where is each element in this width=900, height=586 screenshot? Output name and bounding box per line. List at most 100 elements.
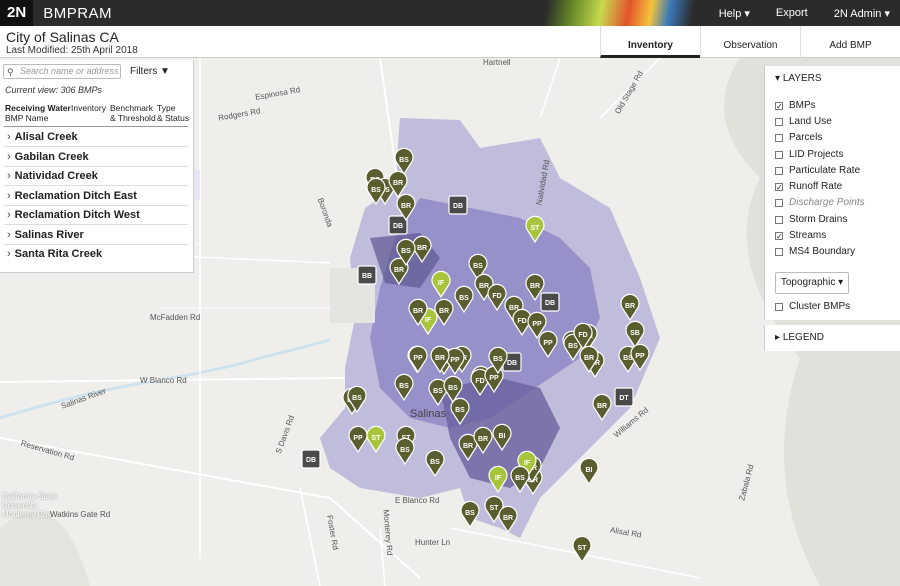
bmp-marker-db[interactable]: DB [301,449,321,469]
admin-menu[interactable]: 2N Admin ▾ [834,7,890,20]
bmp-marker-label: PP [489,375,499,382]
bmp-marker-label: PP [532,321,542,328]
label-hartnell: Hartnell [483,58,511,67]
group-santa-rita-creek[interactable]: › Santa Rita Creek [4,245,188,264]
checkbox[interactable]: ✓ [775,231,783,240]
bmp-marker-label: BS [352,395,362,402]
bmp-marker-label: BS [371,187,381,194]
col-benchmark-label: Benchmark [110,103,153,113]
legend-title: LEGEND [782,332,824,343]
bmp-marker-db[interactable]: DB [540,292,560,312]
bmp-marker-label: BS [465,510,475,517]
bmp-marker-dt[interactable]: DT [614,387,634,407]
bmp-marker-db[interactable]: DB [388,215,408,235]
col-type-status[interactable]: Type & Status [157,103,189,123]
search-input[interactable]: ⚲ Search name or address [3,64,121,79]
group-salinas-river[interactable]: › Salinas River [4,226,188,245]
label-salinas: Salinas [410,408,447,420]
bmp-marker-label: BR [530,283,540,290]
chevron-right-icon: › [7,229,11,241]
bmp-marker-label: BR [413,308,423,315]
checkbox[interactable] [775,302,783,311]
layer-discharge-points[interactable]: Discharge Points [775,197,865,208]
bmp-marker-label: ST [531,225,541,232]
layers-panel: ▾ LAYERS ✓ BMPs Land Use Parcels LID Proj… [764,66,900,320]
bmp-marker-label: IF [425,317,432,324]
checkbox[interactable] [775,150,783,159]
bmp-marker-label: PP [635,353,645,360]
layer-label: BMPs [789,100,816,111]
app-name: BMPRAM [43,4,113,22]
layer-parcels[interactable]: Parcels [775,132,822,143]
checkbox[interactable] [775,117,783,126]
bmp-marker-label: FD [492,293,501,300]
filters-button[interactable]: Filters ▼ [130,66,170,77]
checkbox[interactable] [775,166,783,175]
layer-ms4-boundary[interactable]: MS4 Boundary [775,246,855,257]
group-label: Alisal Creek [14,131,78,143]
checkbox[interactable] [775,215,783,224]
tab-add-bmp[interactable]: Add BMP [800,26,900,58]
group-reclamation-ditch-east[interactable]: › Reclamation Ditch East [4,187,188,206]
checkbox[interactable] [775,247,783,256]
chevron-right-icon: › [7,131,11,143]
group-gabilan-creek[interactable]: › Gabilan Creek [4,148,188,167]
layer-land-use[interactable]: Land Use [775,116,832,127]
bmp-marker-label: PP [543,340,553,347]
checkbox[interactable] [775,133,783,142]
checkbox[interactable] [775,198,783,207]
group-label: Santa Rita Creek [14,248,103,260]
layer-lid-projects[interactable]: LID Projects [775,149,843,160]
layer-storm-drains[interactable]: Storm Drains [775,214,847,225]
layer-label: Runoff Rate [789,181,843,192]
current-view-count: Current view: 306 BMPs [5,85,103,95]
filters-label: Filters [130,66,158,77]
group-natividad-creek[interactable]: › Natividad Creek [4,167,188,186]
layer-particulate-rate[interactable]: Particulate Rate [775,165,860,176]
col-status-label: & Status [157,113,190,123]
basemap-select[interactable]: Topographic ▾ [775,272,849,294]
cluster-bmps-toggle[interactable]: Cluster BMPs [775,301,850,312]
bmp-marker-bs[interactable]: BS [460,500,480,529]
col-inventory[interactable]: Inventory [71,103,106,113]
checkbox[interactable]: ✓ [775,101,783,110]
layer-label: Streams [789,230,827,241]
caret-down-icon: ▾ [775,73,783,84]
legend-header[interactable]: ▸ LEGEND [764,325,900,351]
help-menu[interactable]: Help ▾ [719,7,750,20]
bmp-marker-st[interactable]: ST [572,535,592,564]
bmp-marker-label: BS [401,248,411,255]
bmp-marker-label: ST [490,505,500,512]
checkbox[interactable]: ✓ [775,182,783,191]
chevron-right-icon: › [7,209,11,221]
cluster-label: Cluster BMPs [789,301,851,312]
col-bmp-name-label: BMP Name [5,113,49,123]
tab-inventory[interactable]: Inventory [600,26,700,58]
layer-streams[interactable]: ✓ Streams [775,230,826,241]
bmp-marker-label: IF [438,280,445,287]
layer-runoff-rate[interactable]: ✓ Runoff Rate [775,181,842,192]
export-link[interactable]: Export [776,7,808,19]
bmp-marker-label: BR [478,436,488,443]
bmp-marker-bi[interactable]: BI [579,457,599,486]
group-reclamation-ditch-west[interactable]: › Reclamation Ditch West [4,206,188,225]
bmp-marker-label: BS [473,263,483,270]
bmp-marker-label: BS [515,475,525,482]
col-receiving-water[interactable]: Receiving Water BMP Name [5,103,71,123]
group-alisal-creek[interactable]: › Alisal Creek [4,128,188,147]
layer-label: Land Use [789,116,832,127]
layer-label: Parcels [789,132,823,143]
layers-header[interactable]: ▾ LAYERS [775,73,822,84]
col-benchmark[interactable]: Benchmark & Threshold [110,103,156,123]
bmp-marker-db[interactable]: DB [448,195,468,215]
bmp-marker-bb[interactable]: BB [357,265,377,285]
tab-observation[interactable]: Observation [700,26,800,58]
layer-bmps[interactable]: ✓ BMPs [775,100,816,111]
layer-label: LID Projects [789,149,844,160]
label-mcfadden: McFadden Rd [150,313,201,322]
group-label: Reclamation Ditch West [14,209,140,221]
brand-stripes [520,0,700,26]
main-tabs: Inventory Observation Add BMP [600,26,900,58]
label-blanco-e: E Blanco Rd [395,496,440,505]
bmp-list-panel: ⚲ Search name or address Filters ▼ Curre… [0,60,194,273]
